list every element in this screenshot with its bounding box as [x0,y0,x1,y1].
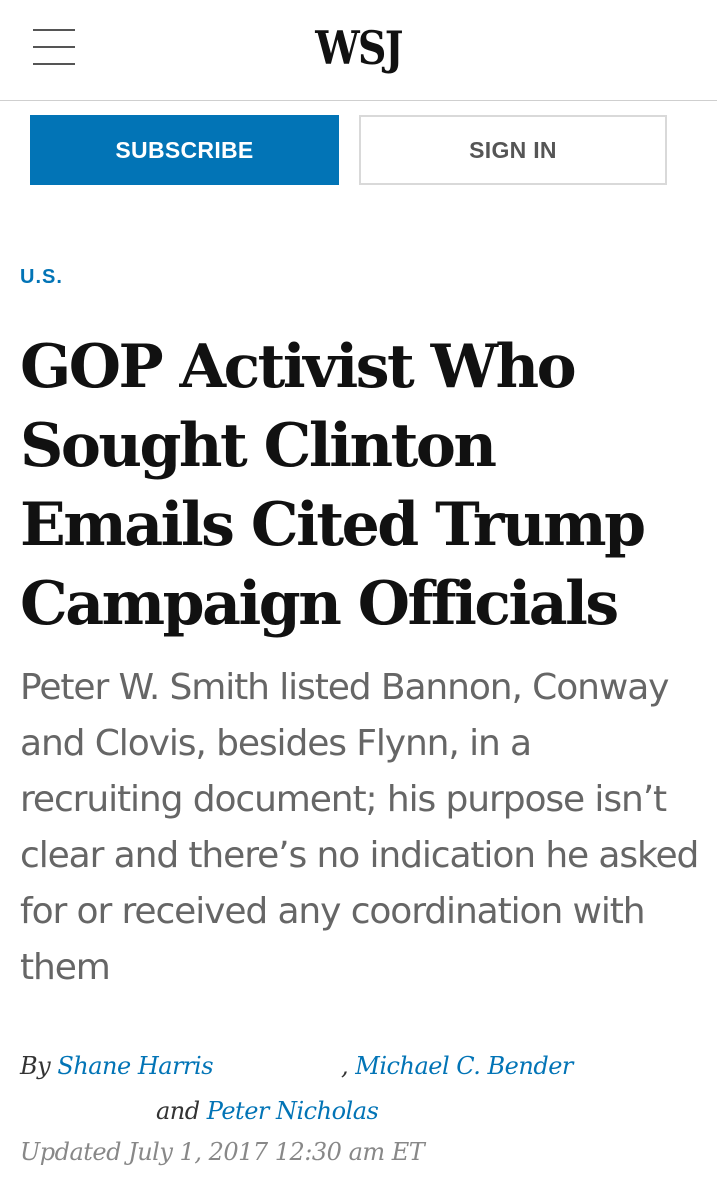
byline-prefix: By [20,1052,51,1080]
article-headline: GOP Activist Who Sought Clinton Emails C… [20,332,646,639]
top-bar: WSJ [0,0,717,101]
sign-in-button[interactable]: SIGN IN [359,115,667,185]
byline-separator: , [341,1052,349,1080]
article-dek: Peter W. Smith listed Bannon, Conway and… [20,667,699,988]
author-link-peter-nicholas[interactable]: Peter Nicholas [207,1097,379,1125]
wsj-logo[interactable]: WSJ [50,18,667,78]
byline: By Shane Harris, Michael C. Bender and P… [20,1044,700,1134]
author-link-shane-harris[interactable]: Shane Harris [57,1052,213,1080]
updated-timestamp: Updated July 1, 2017 12:30 am ET [20,1138,425,1166]
section-link-us[interactable]: U.S. [20,266,63,289]
byline-conjunction: and [156,1097,200,1125]
author-link-michael-bender[interactable]: Michael C. Bender [355,1052,573,1080]
subscribe-button[interactable]: SUBSCRIBE [30,115,339,185]
